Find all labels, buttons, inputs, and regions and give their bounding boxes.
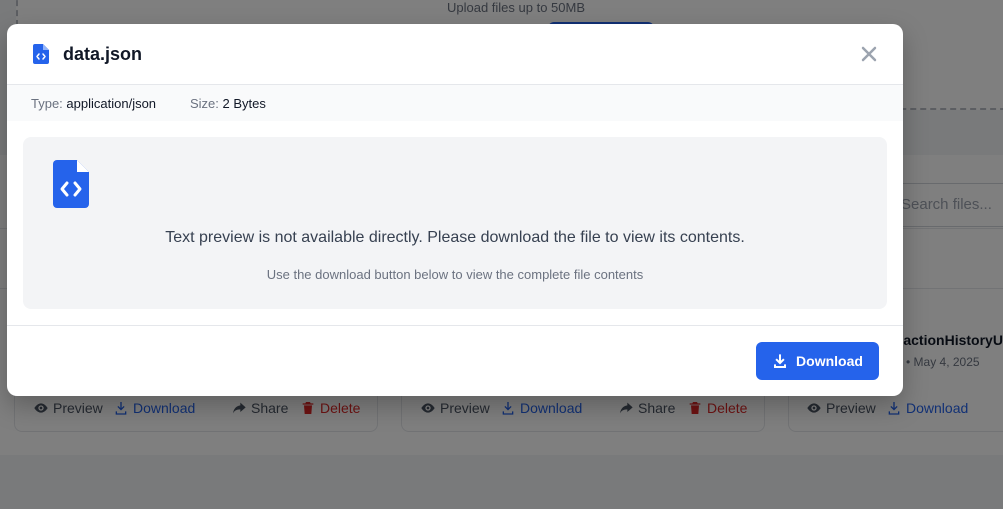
preview-unavailable-message: Text preview is not available directly. … xyxy=(165,229,745,246)
file-type-label: Type: xyxy=(31,96,63,111)
file-type-value: application/json xyxy=(66,96,157,111)
file-size-label: Size: xyxy=(190,96,219,111)
file-type: Type: application/json xyxy=(31,96,156,111)
preview-area: Text preview is not available directly. … xyxy=(23,137,887,309)
file-size: Size: 2 Bytes xyxy=(190,96,266,111)
file-info-bar: Type: application/json Size: 2 Bytes xyxy=(7,85,903,121)
download-button[interactable]: Download xyxy=(756,342,879,380)
download-button-label: Download xyxy=(796,353,863,369)
file-preview-modal: data.json Type: application/json Size: 2… xyxy=(7,24,903,396)
code-file-icon xyxy=(53,160,89,208)
close-icon[interactable] xyxy=(859,44,879,64)
modal-header: data.json xyxy=(7,24,903,85)
modal-title: data.json xyxy=(63,44,143,64)
file-size-value: 2 Bytes xyxy=(222,96,266,111)
code-file-icon xyxy=(33,44,49,64)
modal-footer: Download xyxy=(7,325,903,396)
preview-hint: Use the download button below to view th… xyxy=(266,267,644,282)
download-icon xyxy=(774,354,787,368)
